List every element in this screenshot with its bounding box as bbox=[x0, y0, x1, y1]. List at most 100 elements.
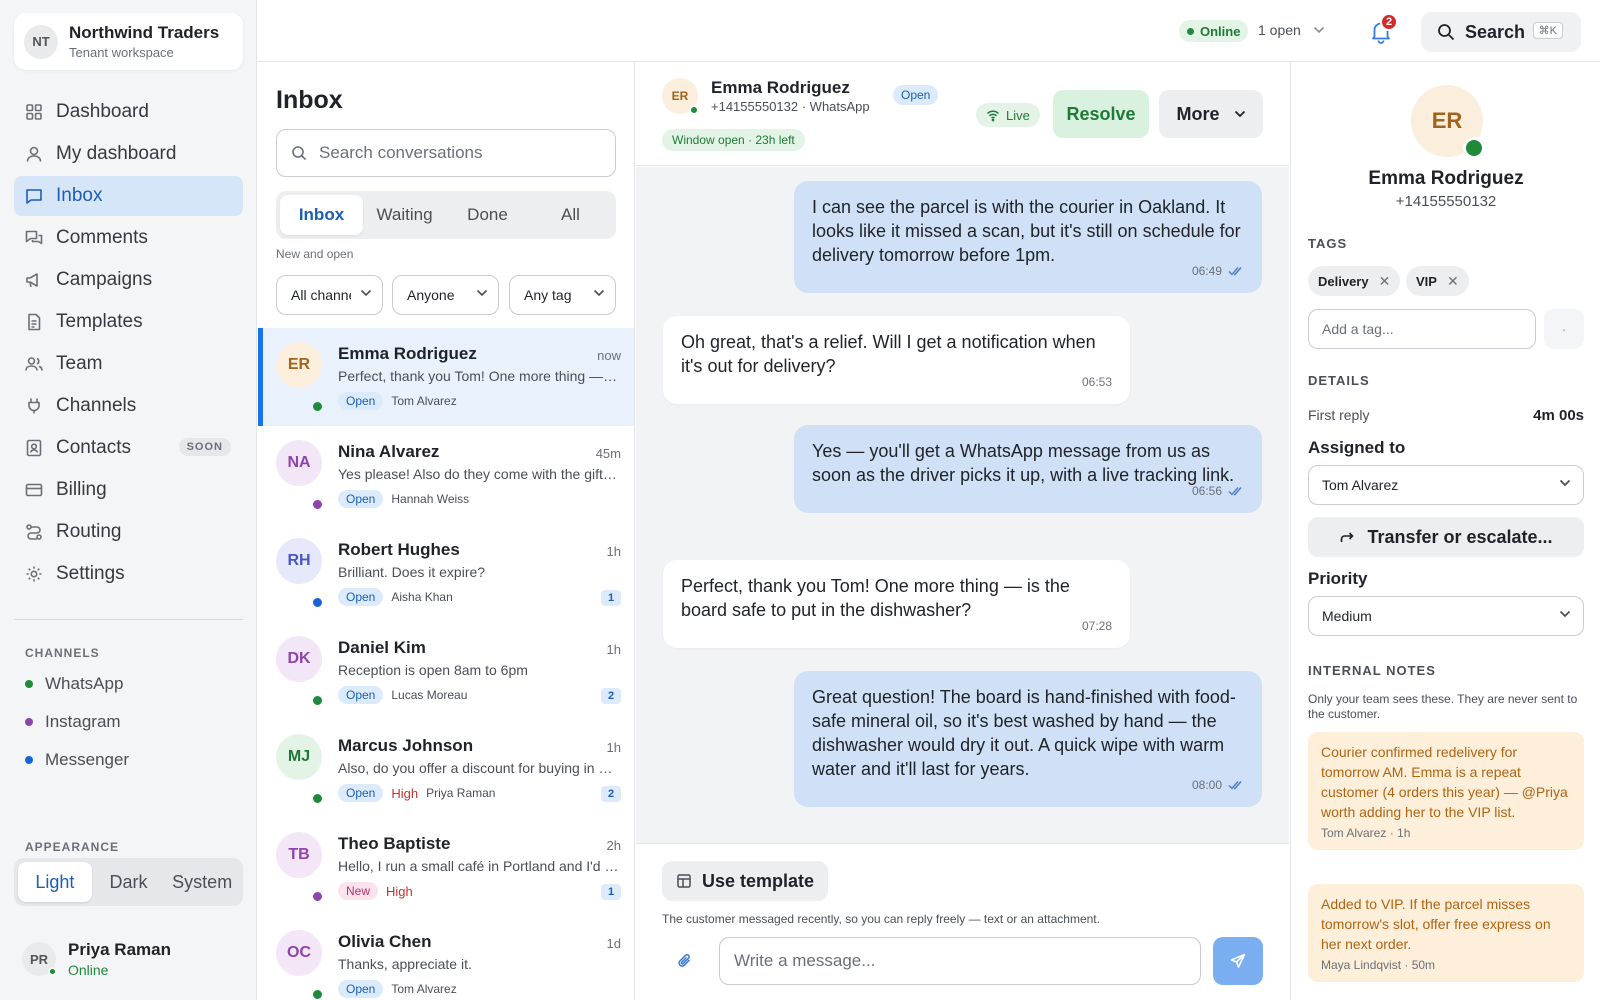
message-text: Yes — you'll get a WhatsApp message from… bbox=[812, 441, 1235, 485]
search-label: Search bbox=[1465, 21, 1526, 42]
conversation-row[interactable]: RH Robert Hughes 1h Brilliant. Does it expi… bbox=[258, 524, 634, 624]
contact-details-panel: ER Emma Rodriguez +14155550132 TAGS Deli… bbox=[1290, 62, 1600, 1000]
chevron-down-icon bbox=[593, 289, 605, 297]
conversation-preview: Perfect, thank you Tom! One more thing —… bbox=[338, 368, 620, 384]
avatar-initials: ER bbox=[671, 89, 689, 103]
channel-item-messenger[interactable]: Messenger bbox=[25, 750, 129, 770]
open-count-dropdown[interactable]: 1 open bbox=[1258, 22, 1325, 38]
status-badge: Open bbox=[338, 392, 384, 410]
assignee-name: Priya Raman bbox=[426, 786, 496, 800]
tab-inbox[interactable]: Inbox bbox=[280, 195, 363, 235]
message-outgoing: Yes — you'll get a WhatsApp message from… bbox=[794, 425, 1262, 513]
channel-label: WhatsApp bbox=[45, 674, 124, 693]
note-text: Added to VIP. If the parcel misses tomor… bbox=[1321, 896, 1551, 952]
nav-label: Campaigns bbox=[56, 269, 153, 290]
send-button[interactable] bbox=[1213, 937, 1263, 985]
channel-item-instagram[interactable]: Instagram bbox=[25, 712, 121, 732]
soon-badge: SOON bbox=[178, 438, 231, 456]
channel-label: Messenger bbox=[45, 750, 130, 769]
sidebar: NT Northwind Traders Tenant workspace Da… bbox=[0, 0, 257, 1000]
topbar: Online 1 open 2 Search ⌘K bbox=[258, 0, 1600, 62]
internal-note: Courier confirmed redelivery for tomorro… bbox=[1308, 732, 1584, 850]
unread-count-badge: 1 bbox=[601, 884, 621, 900]
tenant-switcher[interactable]: NT Northwind Traders Tenant workspace bbox=[14, 13, 243, 70]
close-icon[interactable]: ✕ bbox=[1447, 273, 1459, 290]
current-user[interactable]: PR Priya Raman Online bbox=[22, 940, 171, 978]
message-time: 06:56 bbox=[1192, 479, 1244, 503]
message-outgoing: Great question! The board is hand-finish… bbox=[794, 671, 1262, 807]
conversation-row[interactable]: TB Theo Baptiste 2h Hello, I run a small ca… bbox=[258, 818, 634, 918]
message-thread[interactable]: I can see the parcel is with the courier… bbox=[636, 167, 1289, 843]
assignee-filter-select[interactable]: Anyone bbox=[392, 275, 499, 315]
online-status-badge[interactable]: Online bbox=[1179, 20, 1249, 42]
tab-done[interactable]: Done bbox=[446, 195, 529, 235]
conversation-meta: Open Tom Alvarez bbox=[338, 980, 457, 998]
transfer-escalate-button[interactable]: Transfer or escalate... bbox=[1308, 517, 1584, 557]
nav-item-templates[interactable]: Templates bbox=[14, 302, 243, 342]
assignee-select[interactable]: Tom Alvarez bbox=[1308, 465, 1584, 505]
tag-chip: Delivery ✕ bbox=[1308, 266, 1401, 296]
global-search-button[interactable]: Search ⌘K bbox=[1421, 12, 1581, 52]
chat-header: ER Emma Rodriguez +14155550132 · WhatsAp… bbox=[636, 62, 1289, 166]
nav-label: Inbox bbox=[56, 185, 103, 206]
conversation-meta: New High bbox=[338, 882, 421, 900]
dot-icon: · bbox=[1561, 321, 1567, 337]
status-dot bbox=[1187, 27, 1194, 35]
avatar: ER bbox=[662, 78, 699, 115]
priority-select[interactable]: Medium bbox=[1308, 596, 1584, 636]
conversation-search-input[interactable] bbox=[319, 143, 599, 163]
nav-item-my-dashboard[interactable]: My dashboard bbox=[14, 134, 243, 174]
use-template-button[interactable]: Use template bbox=[662, 861, 829, 901]
nav-label: Routing bbox=[56, 521, 122, 542]
presence-dot bbox=[48, 967, 57, 976]
add-tag-button[interactable]: · bbox=[1544, 309, 1584, 349]
contact-name[interactable]: Emma Rodriguez bbox=[711, 78, 850, 98]
avatar: TB bbox=[276, 832, 322, 878]
nav-item-routing[interactable]: Routing bbox=[14, 512, 243, 552]
nav-item-team[interactable]: Team bbox=[14, 344, 243, 384]
contact-phone-channel: +14155550132 · WhatsApp bbox=[711, 99, 870, 114]
appearance-dark[interactable]: Dark bbox=[92, 862, 166, 902]
channel-item-whatsapp[interactable]: WhatsApp bbox=[25, 674, 123, 694]
conversation-row[interactable]: ER Emma Rodriguez now Perfect, thank you To… bbox=[258, 328, 634, 428]
live-label: Live bbox=[1006, 107, 1030, 123]
resolve-button[interactable]: Resolve bbox=[1053, 90, 1149, 138]
nav-item-comments[interactable]: Comments bbox=[14, 218, 243, 258]
user-status: Online bbox=[68, 962, 109, 978]
conversation-row[interactable]: OC Olivia Chen 1d Thanks, appreciate it. Ope… bbox=[258, 916, 634, 1000]
paperclip-icon[interactable] bbox=[676, 952, 694, 970]
conversation-row[interactable]: DK Daniel Kim 1h Reception is open 8am to 6… bbox=[258, 622, 634, 722]
conversation-row[interactable]: MJ Marcus Johnson 1h Also, do you offer a d… bbox=[258, 720, 634, 820]
nav-item-campaigns[interactable]: Campaigns bbox=[14, 260, 243, 300]
unread-count-badge: 2 bbox=[601, 786, 621, 802]
nav-item-contacts[interactable]: Contacts SOON bbox=[14, 428, 243, 468]
tag-input[interactable] bbox=[1322, 321, 1522, 337]
message-timestamp: 06:53 bbox=[1081, 375, 1112, 389]
channel-filter-select[interactable]: All channels bbox=[276, 275, 383, 315]
close-icon[interactable]: ✕ bbox=[1379, 273, 1391, 290]
nav-label: Dashboard bbox=[56, 101, 149, 122]
contact-name: Emma Rodriguez bbox=[1368, 168, 1524, 189]
tab-all[interactable]: All bbox=[529, 195, 612, 235]
more-actions-button[interactable]: More bbox=[1159, 90, 1263, 138]
chevron-down-icon bbox=[1313, 26, 1325, 34]
conversation-time: 2h bbox=[606, 838, 621, 853]
conversation-row[interactable]: NA Nina Alvarez 45m Yes please! Also do the… bbox=[258, 426, 634, 526]
conversation-name: Olivia Chen bbox=[338, 932, 432, 951]
nav-item-settings[interactable]: Settings bbox=[14, 554, 243, 594]
appearance-system[interactable]: System bbox=[165, 862, 239, 902]
nav-item-inbox[interactable]: Inbox bbox=[14, 176, 243, 216]
message-input[interactable] bbox=[734, 951, 1174, 971]
inbox-tabs: Inbox Waiting Done All bbox=[276, 191, 616, 239]
tab-waiting[interactable]: Waiting bbox=[363, 195, 446, 235]
nav-label: Settings bbox=[56, 563, 125, 584]
tag-filter-select[interactable]: Any tag bbox=[509, 275, 616, 315]
presence-dot bbox=[689, 105, 699, 115]
nav-item-dashboard[interactable]: Dashboard bbox=[14, 92, 243, 132]
nav-label: My dashboard bbox=[56, 143, 177, 164]
appearance-light[interactable]: Light bbox=[18, 862, 92, 902]
assignee-name: Tom Alvarez bbox=[391, 394, 457, 408]
nav-item-billing[interactable]: Billing bbox=[14, 470, 243, 510]
nav-item-channels[interactable]: Channels bbox=[14, 386, 243, 426]
window-badge: Window open · 23h left bbox=[662, 129, 805, 151]
